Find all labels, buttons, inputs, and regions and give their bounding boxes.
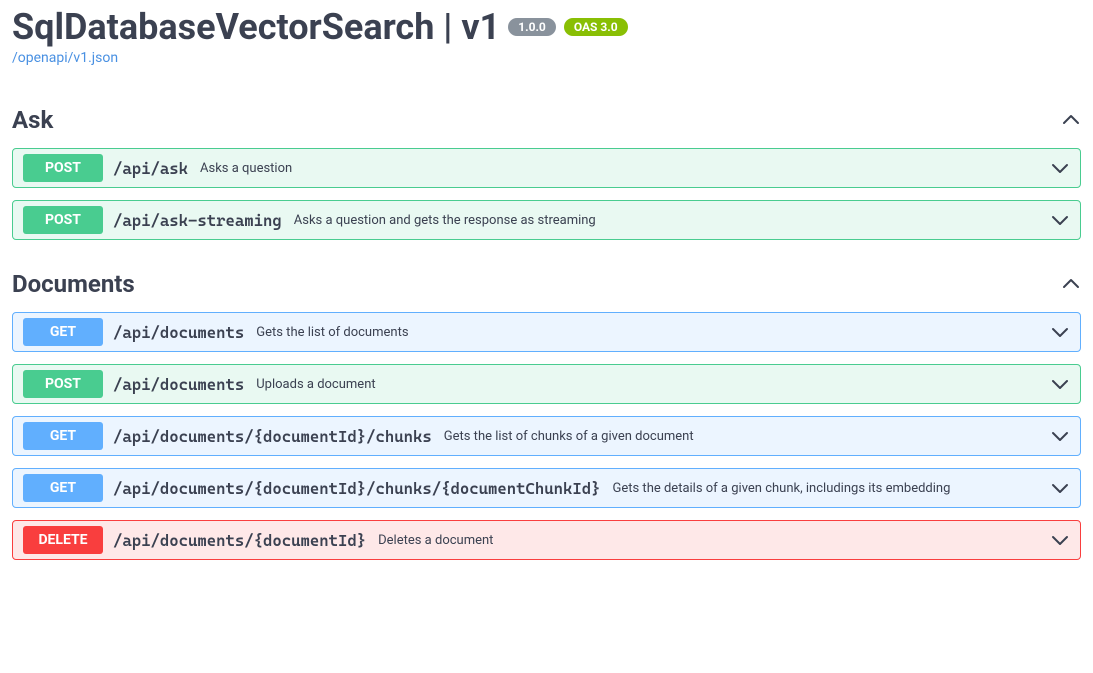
operation-row[interactable]: GET /api/documents Gets the list of docu…: [12, 312, 1081, 352]
method-badge: GET: [23, 422, 103, 450]
operation-row[interactable]: GET /api/documents/{documentId}/chunks/{…: [12, 468, 1081, 508]
chevron-up-icon: [1061, 110, 1081, 130]
operation-path: /api/documents: [113, 323, 244, 342]
operation-path: /api/ask: [113, 159, 188, 178]
operation-summary: Gets the list of documents: [256, 325, 1040, 340]
method-badge: POST: [23, 154, 103, 182]
chevron-up-icon: [1061, 274, 1081, 294]
chevron-down-icon: [1050, 322, 1070, 342]
section-ask: Ask POST /api/ask Asks a question POST /…: [12, 106, 1081, 240]
chevron-down-icon: [1050, 210, 1070, 230]
method-badge: GET: [23, 318, 103, 346]
oas-badge: OAS 3.0: [564, 18, 628, 36]
operation-summary: Gets the list of chunks of a given docum…: [444, 429, 1040, 444]
chevron-down-icon: [1050, 478, 1070, 498]
operation-summary: Uploads a document: [256, 377, 1040, 392]
section-title: Ask: [12, 106, 53, 134]
method-badge: DELETE: [23, 526, 103, 554]
spec-link[interactable]: /openapi/v1.json: [12, 50, 1081, 66]
section-title: Documents: [12, 270, 135, 298]
operation-row[interactable]: GET /api/documents/{documentId}/chunks G…: [12, 416, 1081, 456]
method-badge: POST: [23, 206, 103, 234]
chevron-down-icon: [1050, 158, 1070, 178]
chevron-down-icon: [1050, 426, 1070, 446]
section-header-ask[interactable]: Ask: [12, 106, 1081, 134]
chevron-down-icon: [1050, 530, 1070, 550]
version-badge: 1.0.0: [508, 18, 556, 36]
operation-path: /api/documents: [113, 375, 244, 394]
method-badge: GET: [23, 474, 103, 502]
operation-summary: Deletes a document: [378, 533, 1040, 548]
operation-row[interactable]: DELETE /api/documents/{documentId} Delet…: [12, 520, 1081, 560]
operation-row[interactable]: POST /api/documents Uploads a document: [12, 364, 1081, 404]
operation-path: /api/documents/{documentId}/chunks: [113, 427, 432, 446]
api-title: SqlDatabaseVectorSearch | v1: [12, 6, 500, 48]
operation-summary: Gets the details of a given chunk, inclu…: [613, 481, 1041, 496]
section-documents: Documents GET /api/documents Gets the li…: [12, 270, 1081, 560]
operation-row[interactable]: POST /api/ask Asks a question: [12, 148, 1081, 188]
operation-summary: Asks a question and gets the response as…: [294, 213, 1040, 228]
operation-path: /api/ask-streaming: [113, 211, 282, 230]
method-badge: POST: [23, 370, 103, 398]
page-header: SqlDatabaseVectorSearch | v1 1.0.0 OAS 3…: [12, 0, 1081, 48]
operation-row[interactable]: POST /api/ask-streaming Asks a question …: [12, 200, 1081, 240]
operation-path: /api/documents/{documentId}: [113, 531, 366, 550]
operation-path: /api/documents/{documentId}/chunks/{docu…: [113, 479, 601, 498]
operation-summary: Asks a question: [200, 161, 1040, 176]
chevron-down-icon: [1050, 374, 1070, 394]
section-header-documents[interactable]: Documents: [12, 270, 1081, 298]
